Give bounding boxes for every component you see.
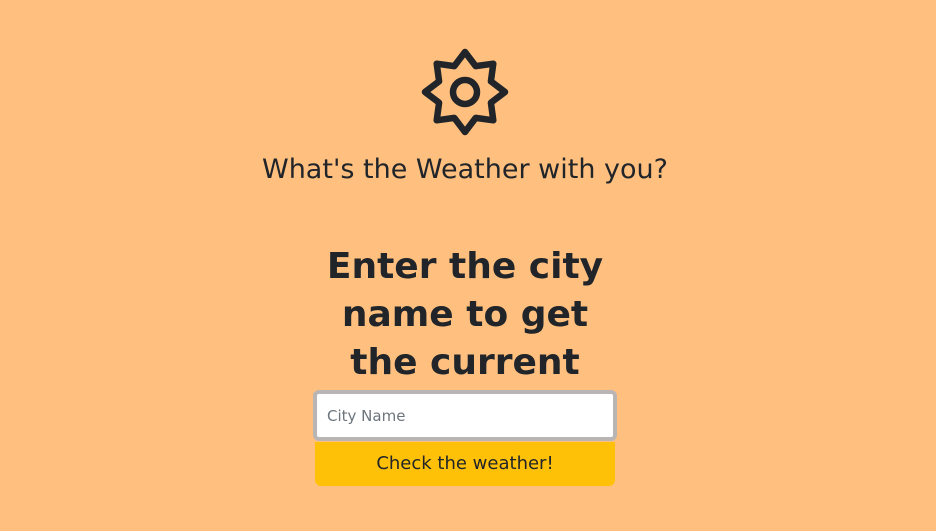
weather-app: What's the Weather with you? Enter the c… — [0, 0, 936, 531]
sun-icon — [421, 48, 509, 136]
app-title: What's the Weather with you? — [262, 154, 668, 185]
check-weather-button[interactable]: Check the weather! — [315, 442, 615, 486]
city-name-input[interactable] — [313, 390, 617, 441]
